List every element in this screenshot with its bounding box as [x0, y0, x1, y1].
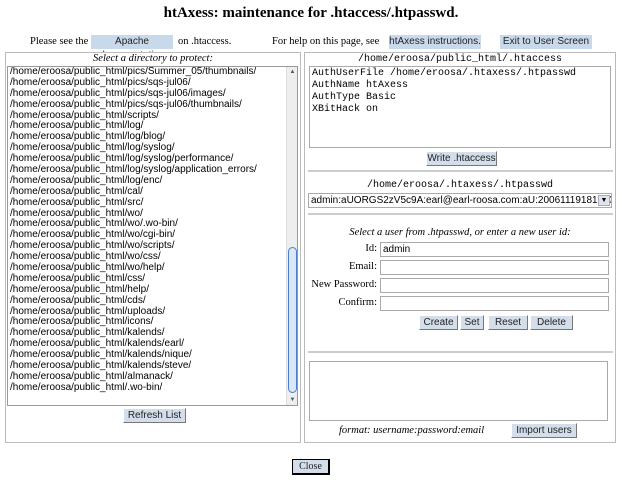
chevron-down-icon[interactable]: ▼	[598, 195, 610, 206]
apache-documentation-link[interactable]: Apache documentation	[91, 35, 173, 61]
new-password-input[interactable]	[380, 278, 609, 293]
htaccess-path: /home/eroosa/public_html/.htaccess	[357, 54, 563, 65]
new-password-label: New Password:	[311, 279, 377, 290]
directory-option[interactable]: /home/eroosa/public_html/src/	[8, 197, 297, 209]
id-input[interactable]	[380, 242, 609, 257]
on-htaccess-text: on .htaccess.	[178, 36, 232, 47]
select-user-prompt: Select a user from .htpasswd, or enter a…	[349, 227, 571, 238]
scrollbar[interactable]: ▲ ▼	[286, 67, 297, 405]
htaccess-editor[interactable]: AuthUserFile /home/eroosa/.htaxess/.htpa…	[309, 66, 611, 148]
directory-heading: Select a directory to protect:	[93, 53, 213, 64]
scroll-up-icon[interactable]: ▲	[287, 69, 297, 75]
page-title: htAxess: maintenance for .htaccess/.htpa…	[163, 5, 459, 21]
import-users-textarea[interactable]	[309, 361, 608, 421]
divider	[308, 170, 613, 172]
refresh-list-button[interactable]: Refresh List	[123, 408, 186, 423]
import-format-hint: format: username:password:email	[339, 425, 485, 436]
confirm-label: Confirm:	[338, 297, 378, 308]
write-htaccess-button[interactable]: Write .htaccess	[426, 151, 497, 166]
set-button[interactable]: Set	[460, 315, 484, 330]
please-see-text: Please see the	[30, 36, 89, 47]
delete-button[interactable]: Delete	[530, 315, 573, 330]
directory-listbox[interactable]: /home/eroosa/public_html/pics/Summer_05/…	[7, 66, 298, 406]
htaxess-instructions-link[interactable]: htAxess instructions.	[389, 35, 481, 49]
create-button[interactable]: Create	[419, 315, 458, 330]
divider	[308, 213, 613, 215]
divider	[308, 351, 613, 353]
user-select[interactable]: admin:aUORGS2zV5c9A:earl@earl-roosa.com:…	[308, 193, 612, 208]
reset-button[interactable]: Reset	[488, 315, 528, 330]
close-button[interactable]: Close	[292, 459, 330, 475]
import-users-button[interactable]: Import users	[511, 423, 577, 438]
scroll-down-icon[interactable]: ▼	[287, 397, 297, 403]
user-select-value: admin:aUORGS2zV5c9A:earl@earl-roosa.com:…	[311, 195, 612, 206]
for-help-text: For help on this page, see	[272, 36, 380, 47]
email-input[interactable]	[380, 260, 609, 275]
directory-option[interactable]: /home/eroosa/public_html/pics/sqs-jul06/…	[8, 99, 297, 111]
directory-option[interactable]: /home/eroosa/public_html/cds/	[8, 295, 297, 307]
scrollbar-thumb[interactable]	[288, 247, 297, 393]
directory-option[interactable]: /home/eroosa/public_html/.wo-bin/	[8, 382, 297, 394]
htpasswd-path: /home/eroosa/.htaxess/.htpasswd	[366, 180, 554, 191]
id-label: Id:	[365, 243, 377, 254]
email-label: Email:	[349, 261, 377, 272]
exit-to-user-screen-link[interactable]: Exit to User Screen	[500, 35, 592, 49]
confirm-password-input[interactable]	[380, 296, 609, 311]
